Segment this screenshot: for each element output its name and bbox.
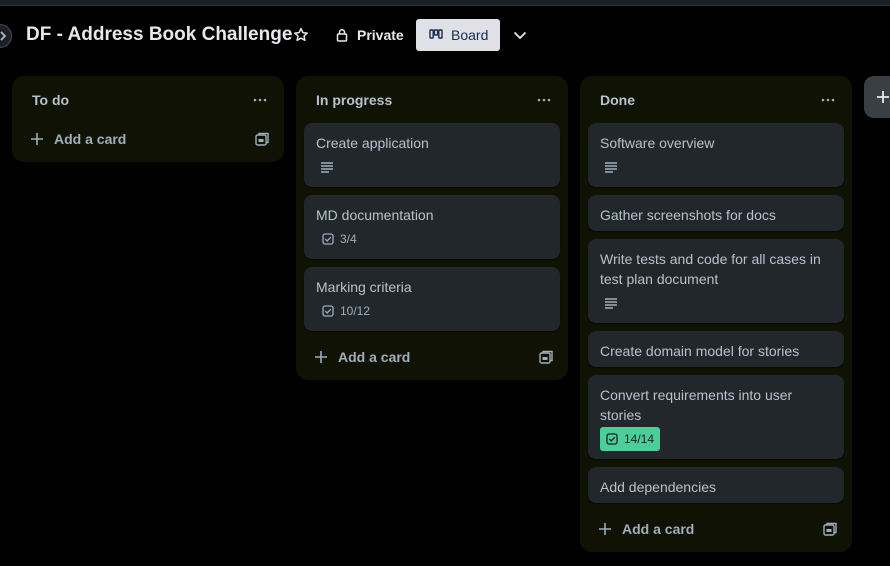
star-icon xyxy=(294,27,308,42)
add-card-button[interactable]: Add a card xyxy=(304,341,410,373)
plus-icon xyxy=(599,523,611,535)
card-item[interactable]: Software overview xyxy=(588,123,844,187)
ellipsis-icon xyxy=(253,98,267,102)
list-header: In progress xyxy=(296,76,568,124)
card-item[interactable]: Convert requirements into user stories 1… xyxy=(588,375,844,459)
description-icon xyxy=(605,162,617,173)
card-item[interactable]: Marking criteria 10/12 xyxy=(304,267,560,331)
ellipsis-icon xyxy=(537,98,551,102)
card-title: Marking criteria xyxy=(316,279,412,295)
card-title: Write tests and code for all cases in te… xyxy=(600,251,821,287)
checklist-icon xyxy=(322,305,334,317)
list-actions-button[interactable] xyxy=(818,90,838,110)
card-title: Gather screenshots for docs xyxy=(600,207,776,223)
more-views-button[interactable] xyxy=(508,19,532,51)
visibility-button[interactable]: Private xyxy=(332,19,408,51)
description-icon xyxy=(605,298,617,309)
list-header: Done xyxy=(580,76,852,124)
checklist-complete-badge: 14/14 xyxy=(600,427,661,451)
checklist-count: 14/14 xyxy=(624,432,655,446)
list-title[interactable]: Done xyxy=(600,92,635,108)
card-title: MD documentation xyxy=(316,207,434,223)
card-item[interactable]: Create application xyxy=(304,123,560,187)
add-card-button[interactable]: Add a card xyxy=(20,123,126,155)
card-item[interactable]: Add dependencies xyxy=(588,467,844,503)
board-header: DF - Address Book Challenge Private Boar… xyxy=(0,6,890,64)
card-title: Convert requirements into user stories xyxy=(600,387,793,423)
plus-icon xyxy=(877,91,889,103)
checklist-icon xyxy=(322,233,334,245)
card-item[interactable]: Gather screenshots for docs xyxy=(588,195,844,231)
checklist-badge: 10/12 xyxy=(316,299,376,323)
view-label: Board xyxy=(451,27,489,43)
card-title: Create application xyxy=(316,135,429,151)
plus-icon xyxy=(31,133,43,145)
checklist-count: 3/4 xyxy=(340,232,357,246)
list-title[interactable]: To do xyxy=(32,92,69,108)
chevron-right-icon xyxy=(0,31,7,41)
plus-icon xyxy=(315,351,327,363)
board-view-icon xyxy=(429,29,443,39)
chevron-down-icon xyxy=(513,31,527,39)
lock-icon xyxy=(336,28,348,42)
board-title[interactable]: DF - Address Book Challenge xyxy=(26,24,292,46)
add-list-button[interactable] xyxy=(864,76,890,118)
card-template-icon[interactable] xyxy=(538,349,554,365)
checklist-badge: 3/4 xyxy=(316,227,363,251)
list-actions-button[interactable] xyxy=(250,90,270,110)
list-actions-button[interactable] xyxy=(534,90,554,110)
checklist-icon xyxy=(606,433,618,445)
card-template-icon[interactable] xyxy=(822,521,838,537)
card-template-icon[interactable] xyxy=(254,131,270,147)
list-title[interactable]: In progress xyxy=(316,92,392,108)
card-title: Add dependencies xyxy=(600,479,716,495)
description-icon xyxy=(321,162,333,173)
visibility-label: Private xyxy=(357,27,404,43)
checklist-count: 10/12 xyxy=(340,304,371,318)
list-done: Done Software overview Gather screenshot… xyxy=(580,76,852,552)
card-item[interactable]: Create domain model for stories xyxy=(588,331,844,367)
board-view-button[interactable]: Board xyxy=(416,19,500,51)
card-item[interactable]: Write tests and code for all cases in te… xyxy=(588,239,844,323)
list-in-progress: In progress Create application MD docume… xyxy=(296,76,568,380)
add-card-button[interactable]: Add a card xyxy=(588,513,694,545)
add-card-label: Add a card xyxy=(54,131,127,147)
list-header: To do xyxy=(12,76,284,124)
add-card-label: Add a card xyxy=(338,349,411,365)
sidebar-expand-button[interactable] xyxy=(0,24,12,48)
star-board-button[interactable] xyxy=(288,19,314,51)
card-title: Create domain model for stories xyxy=(600,343,800,359)
add-card-label: Add a card xyxy=(622,521,695,537)
ellipsis-icon xyxy=(821,98,835,102)
card-item[interactable]: MD documentation 3/4 xyxy=(304,195,560,259)
card-title: Software overview xyxy=(600,135,715,151)
list-to-do: To do Add a card xyxy=(12,76,284,162)
